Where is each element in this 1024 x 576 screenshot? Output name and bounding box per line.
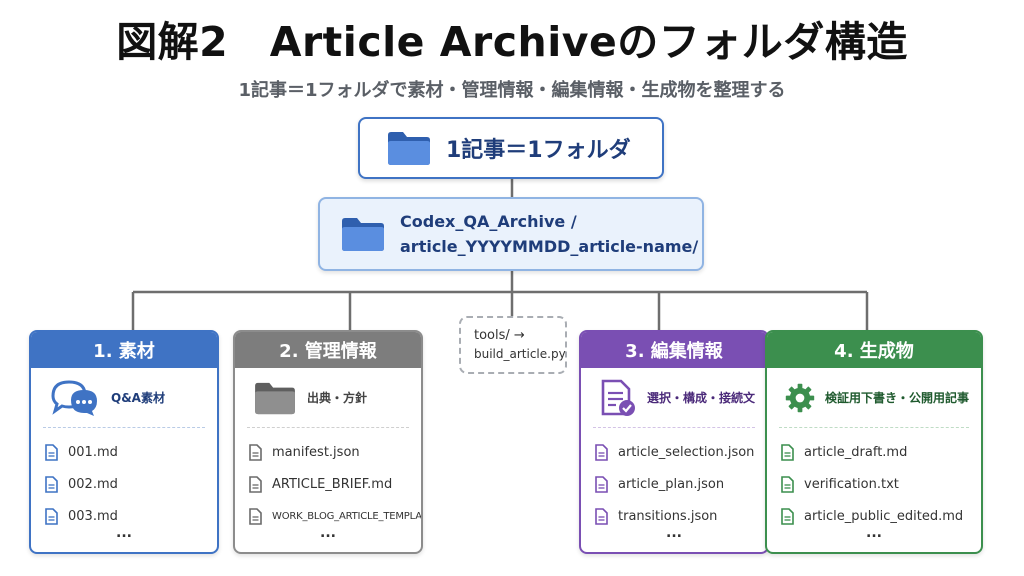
card-sublabel: 選択・構成・接続文 — [646, 391, 755, 405]
more-indicator: ... — [116, 525, 132, 541]
root-folder-box: 1記事＝1フォルダ — [358, 117, 664, 179]
file-item: article_plan.json — [595, 468, 767, 500]
card-subheader: Q&A素材 — [43, 368, 205, 428]
file-icon — [249, 507, 262, 525]
archive-path-line2: article_YYYYMMDD_article-name/ — [400, 237, 699, 256]
card-outputs: 4. 生成物 検証用下書き・公開用記事 article_draft.md ver… — [765, 330, 983, 554]
file-name: 001.md — [68, 444, 118, 460]
folder-icon — [388, 132, 430, 165]
more-indicator: ... — [866, 525, 882, 541]
file-icon — [781, 475, 794, 493]
file-name: ARTICLE_BRIEF.md — [272, 476, 393, 492]
file-item: manifest.json — [249, 436, 421, 468]
file-name: transitions.json — [618, 508, 718, 524]
tools-line1: tools/ → — [474, 328, 525, 343]
file-icon — [45, 507, 58, 525]
file-name: article_public_edited.md — [804, 508, 964, 524]
card-editing-info: 3. 編集情報 選択・構成・接続文 article_selection.json… — [579, 330, 769, 554]
file-icon — [249, 443, 262, 461]
file-name: article_selection.json — [618, 444, 755, 460]
archive-path: Codex_QA_Archive / article_YYYYMMDD_arti… — [400, 209, 698, 259]
file-name: article_draft.md — [804, 444, 908, 460]
card-management-info: 2. 管理情報 出典・方針 manifest.json ARTICLE_BRIE… — [233, 330, 423, 554]
folder-icon — [342, 218, 384, 251]
file-icon — [781, 507, 794, 525]
file-item: 002.md — [45, 468, 217, 500]
file-name: verification.txt — [804, 476, 899, 492]
more-indicator: ... — [320, 525, 336, 541]
card-header: 1. 素材 — [31, 332, 217, 368]
file-name: 002.md — [68, 476, 118, 492]
gear-icon — [785, 383, 815, 412]
file-name: manifest.json — [272, 444, 360, 460]
card-subheader: 検証用下書き・公開用記事 — [779, 368, 969, 428]
card-header: 3. 編集情報 — [581, 332, 767, 368]
file-icon — [595, 443, 608, 461]
file-icon — [249, 475, 262, 493]
card-header: 4. 生成物 — [767, 332, 981, 368]
file-item: ARTICLE_BRIEF.md — [249, 468, 421, 500]
more-indicator: ... — [666, 525, 682, 541]
tools-line2: build_article.py — [474, 347, 566, 361]
file-icon — [595, 507, 608, 525]
root-folder-label: 1記事＝1フォルダ — [446, 138, 631, 163]
file-icon — [781, 443, 794, 461]
card-subheader: 選択・構成・接続文 — [593, 368, 755, 428]
folder-icon — [255, 382, 295, 414]
file-item: verification.txt — [781, 468, 981, 500]
file-item: article_draft.md — [781, 436, 981, 468]
file-icon — [45, 443, 58, 461]
card-sublabel: 検証用下書き・公開用記事 — [824, 391, 969, 405]
tools-box: tools/ → build_article.py — [459, 316, 567, 374]
chat-bubbles-icon — [51, 379, 97, 416]
card-sublabel: Q&A素材 — [111, 391, 165, 405]
archive-path-box: Codex_QA_Archive / article_YYYYMMDD_arti… — [318, 197, 704, 271]
card-materials: 1. 素材 Q&A素材 001.md 002.md 003.md ... — [29, 330, 219, 554]
document-check-icon — [601, 379, 635, 416]
archive-path-line1: Codex_QA_Archive / — [400, 212, 577, 231]
file-name: WORK_BLOG_ARTICLE_TEMPLATE.md — [272, 510, 422, 522]
card-subheader: 出典・方針 — [247, 368, 409, 428]
file-name: article_plan.json — [618, 476, 725, 492]
file-name: 003.md — [68, 508, 118, 524]
file-icon — [595, 475, 608, 493]
file-item: 001.md — [45, 436, 217, 468]
file-item: article_selection.json — [595, 436, 767, 468]
card-header: 2. 管理情報 — [235, 332, 421, 368]
file-icon — [45, 475, 58, 493]
card-sublabel: 出典・方針 — [307, 391, 368, 405]
